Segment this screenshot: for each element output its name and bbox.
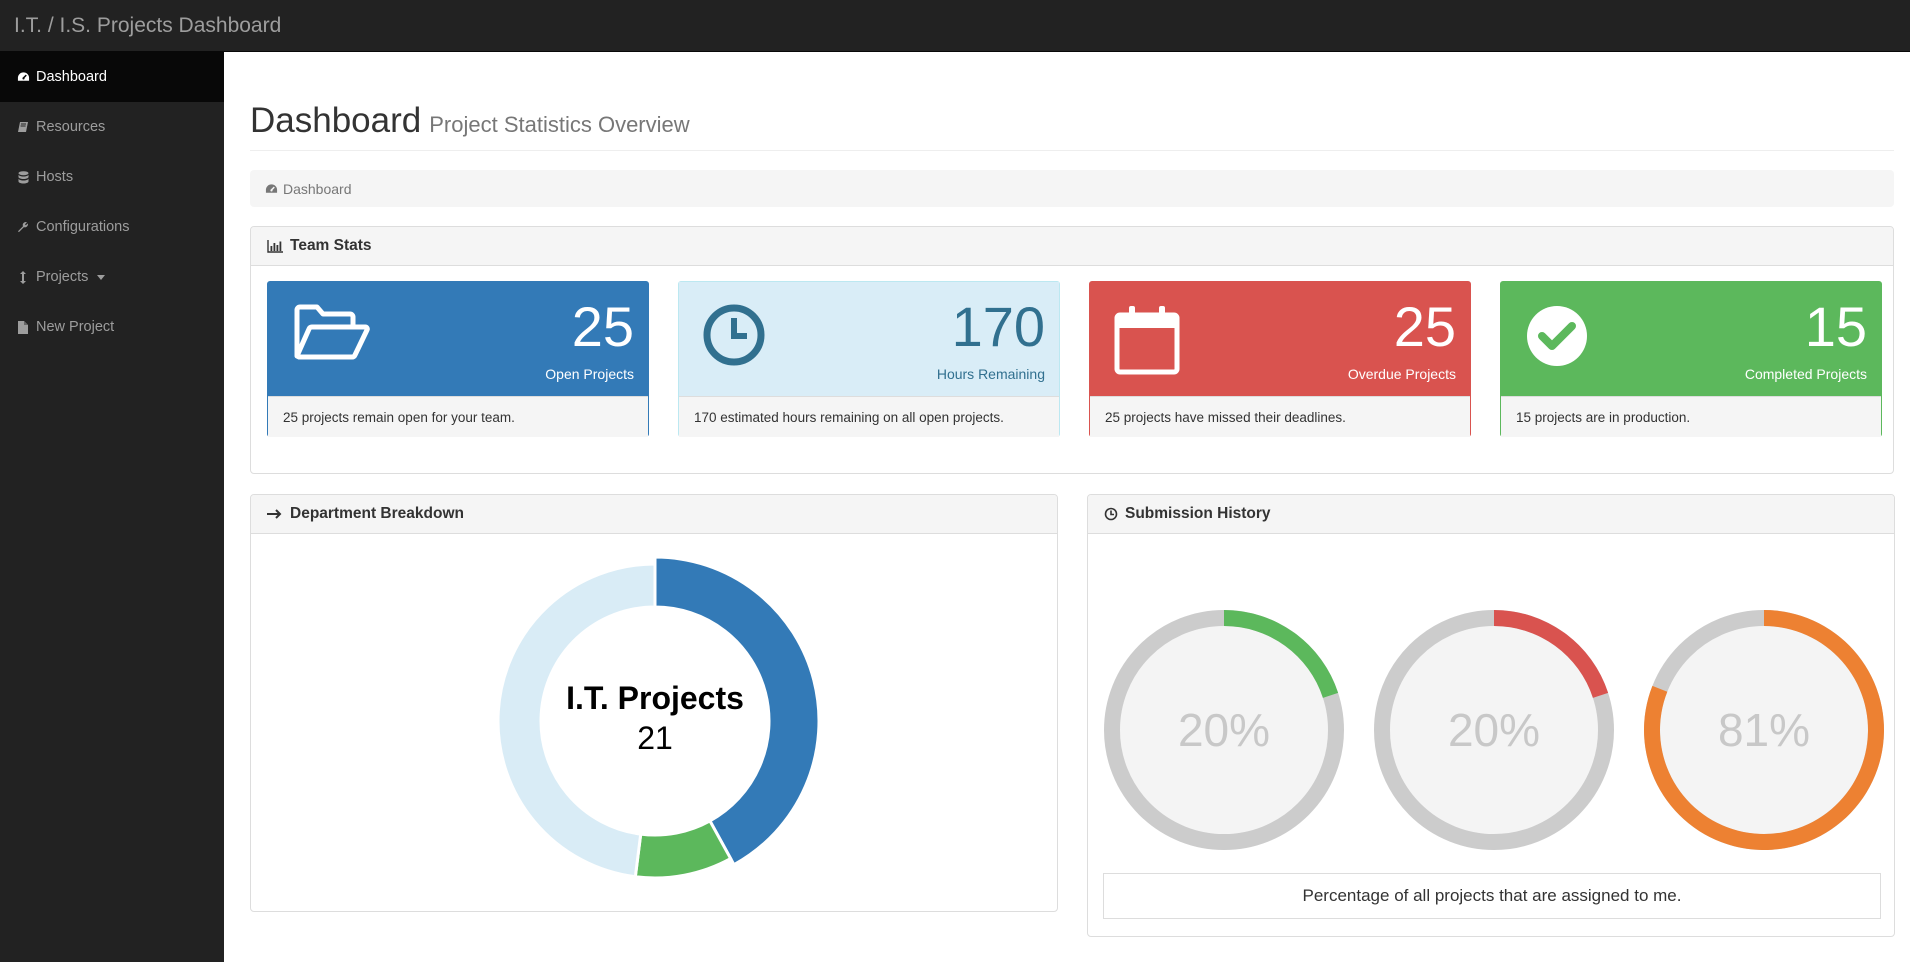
calendar-icon [1114, 304, 1180, 381]
sidebar-item-resources[interactable]: Resources [0, 102, 224, 152]
resize-vertical-icon [16, 270, 30, 284]
chevron-down-icon [97, 274, 106, 280]
submission-history-title: Submission History [1125, 505, 1271, 522]
page-title: Dashboard [250, 101, 422, 140]
department-breakdown-title: Department Breakdown [290, 505, 464, 522]
gauge-label: 20% [1448, 704, 1540, 756]
sidebar-item-dashboard[interactable]: Dashboard [0, 52, 224, 102]
department-breakdown-panel: Department Breakdown I.T. Projects 21 [250, 494, 1058, 912]
stat-footer: 25 projects have missed their deadlines. [1090, 396, 1470, 437]
clock-icon [703, 304, 765, 371]
sidebar-item-projects[interactable]: Projects [0, 252, 224, 302]
check-circle-icon [1525, 304, 1589, 373]
dashboard-icon [16, 70, 30, 84]
stat-label: Hours Remaining [936, 366, 1045, 382]
sidebar-item-label: Projects [36, 269, 89, 285]
wrench-icon [16, 220, 30, 234]
gauges-caption: Percentage of all projects that are assi… [1103, 873, 1881, 919]
folder-open-icon [292, 304, 370, 367]
submission-history-panel: Submission History 20% 20% 81% Percentage … [1087, 494, 1895, 937]
dashboard-icon [265, 183, 278, 195]
department-doughnut-chart[interactable]: I.T. Projects 21 [251, 534, 1057, 910]
stat-card-open-projects[interactable]: 25 Open Projects 25 projects remain open… [267, 281, 649, 437]
sidebar-item-configurations[interactable]: Configurations [0, 202, 224, 252]
arrow-right-icon [267, 509, 283, 519]
file-icon [16, 320, 30, 334]
page-header: Dashboard Project Statistics Overview [250, 101, 1894, 151]
database-icon [16, 170, 30, 184]
stat-value: 15 [1804, 295, 1867, 358]
stat-card-overdue-projects[interactable]: 25 Overdue Projects 25 projects have mis… [1089, 281, 1471, 437]
clock-icon [1104, 507, 1118, 521]
stat-label: Completed Projects [1744, 366, 1867, 382]
breadcrumb-item[interactable]: Dashboard [283, 181, 352, 197]
sidebar-item-label: Dashboard [36, 69, 107, 85]
app-title[interactable]: I.T. / I.S. Projects Dashboard [14, 14, 281, 38]
sidebar-item-label: Resources [36, 119, 106, 135]
stat-label: Open Projects [545, 366, 634, 382]
stat-value: 25 [1393, 295, 1456, 358]
doughnut-slice[interactable] [633, 818, 733, 880]
sidebar: Dashboard Resources Hosts Configurations… [0, 52, 224, 962]
sidebar-item-label: New Project [36, 319, 115, 335]
stat-card-completed-projects[interactable]: 15 Completed Projects 15 projects are in… [1500, 281, 1882, 437]
sidebar-item-label: Hosts [36, 169, 74, 185]
sidebar-item-hosts[interactable]: Hosts [0, 152, 224, 202]
stat-footer: 25 projects remain open for your team. [268, 396, 648, 437]
sidebar-item-label: Configurations [36, 219, 130, 235]
main-content: Dashboard Project Statistics Overview Das… [224, 52, 1910, 962]
gauge-label: 20% [1178, 704, 1270, 756]
team-stats-title: Team Stats [290, 237, 372, 254]
team-stats-panel: Team Stats 25 Open Projects 25 projects … [250, 226, 1894, 474]
stat-footer: 15 projects are in production. [1501, 396, 1881, 437]
chart-center-title: I.T. Projects [566, 680, 744, 716]
stat-footer: 170 estimated hours remaining on all ope… [679, 396, 1059, 437]
chart-center-value: 21 [637, 720, 673, 756]
stat-label: Overdue Projects [1347, 366, 1456, 382]
department-breakdown-heading: Department Breakdown [251, 495, 1057, 534]
stat-card-hours-remaining[interactable]: 170 Hours Remaining 170 estimated hours … [678, 281, 1060, 437]
stat-value: 170 [951, 295, 1045, 358]
submission-gauges-chart[interactable]: 20% 20% 81% [1088, 534, 1894, 864]
page-subtitle: Project Statistics Overview [429, 112, 690, 137]
submission-history-heading: Submission History [1088, 495, 1894, 534]
team-stats-heading: Team Stats [251, 227, 1893, 266]
gauge-label: 81% [1718, 704, 1810, 756]
stat-value: 25 [571, 295, 634, 358]
sidebar-item-new-project[interactable]: New Project [0, 302, 224, 352]
stats-icon [267, 239, 283, 253]
book-icon [16, 120, 30, 134]
top-navbar: I.T. / I.S. Projects Dashboard [0, 0, 1910, 52]
breadcrumb: Dashboard [250, 170, 1894, 207]
doughnut-slice[interactable] [496, 562, 657, 879]
